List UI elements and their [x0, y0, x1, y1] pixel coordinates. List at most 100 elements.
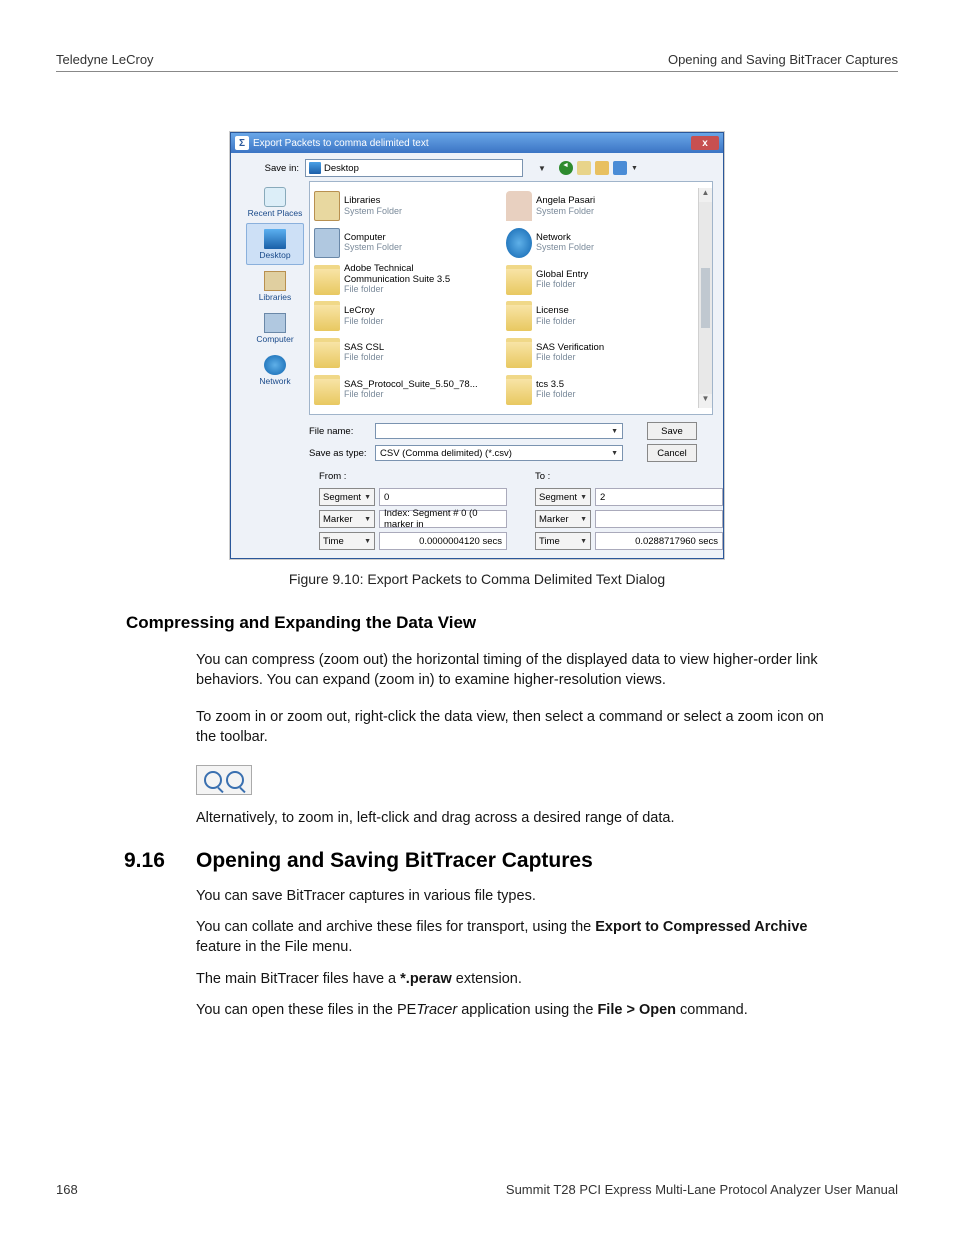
create-new-folder-icon[interactable] [595, 161, 609, 175]
zoom-in-icon [204, 771, 222, 789]
from-time-value[interactable]: 0.0000004120 secs [379, 532, 507, 550]
from-segment-combo[interactable]: Segment▼ [319, 488, 375, 506]
zoom-toolbar-image [196, 765, 252, 795]
up-one-level-icon[interactable] [577, 161, 591, 175]
from-marker-value[interactable]: Index: Segment # 0 (0 marker in [379, 510, 507, 528]
saveas-combo[interactable]: CSV (Comma delimited) (*.csv) ▼ [375, 445, 623, 461]
pi-recent-icon [264, 187, 286, 207]
scroll-up-icon[interactable]: ▲ [699, 188, 712, 202]
filename-label: File name: [309, 426, 375, 437]
place-item-desktop[interactable]: Desktop [246, 223, 304, 265]
file-list[interactable]: LibrariesSystem FolderComputerSystem Fol… [309, 181, 713, 415]
page-header: Teledyne LeCroy Opening and Saving BitTr… [56, 52, 898, 72]
folder-icon [506, 301, 532, 331]
pi-desktop-icon [264, 229, 286, 249]
folder-icon [314, 338, 340, 368]
file-item[interactable]: tcs 3.5File folder [506, 371, 698, 408]
paragraph: To zoom in or zoom out, right-click the … [196, 708, 838, 747]
paragraph: You can compress (zoom out) the horizont… [196, 651, 838, 690]
file-subtitle: File folder [344, 353, 384, 363]
comp-icon [314, 228, 340, 258]
saveas-label: Save as type: [309, 448, 375, 459]
folder-icon [506, 265, 532, 295]
header-right: Opening and Saving BitTracer Captures [668, 52, 898, 67]
file-subtitle: File folder [536, 317, 576, 327]
save-button[interactable]: Save [647, 422, 697, 440]
file-subtitle: File folder [344, 285, 464, 295]
file-item[interactable]: LibrariesSystem Folder [314, 188, 506, 225]
desktop-icon [309, 162, 321, 174]
close-icon: x [702, 138, 708, 149]
scroll-thumb[interactable] [701, 268, 710, 328]
doc-title: Summit T28 PCI Express Multi-Lane Protoc… [506, 1182, 898, 1197]
file-name: Adobe Technical Communication Suite 3.5 [344, 264, 464, 285]
from-marker-combo[interactable]: Marker▼ [319, 510, 375, 528]
place-label: Libraries [259, 292, 292, 302]
file-item[interactable]: LicenseFile folder [506, 298, 698, 335]
to-marker-combo[interactable]: Marker▼ [535, 510, 591, 528]
file-subtitle: File folder [344, 317, 384, 327]
place-item-network[interactable]: Network [246, 349, 304, 391]
header-left: Teledyne LeCroy [56, 52, 154, 67]
net-icon [506, 228, 532, 258]
file-item[interactable]: SAS VerificationFile folder [506, 335, 698, 372]
to-marker-value[interactable] [595, 510, 723, 528]
scroll-down-icon[interactable]: ▼ [699, 394, 712, 408]
page-footer: 168 Summit T28 PCI Express Multi-Lane Pr… [56, 1182, 898, 1197]
file-item[interactable]: NetworkSystem Folder [506, 225, 698, 262]
export-dialog: Σ Export Packets to comma delimited text… [230, 132, 724, 559]
close-button[interactable]: x [691, 136, 719, 150]
file-subtitle: System Folder [344, 207, 402, 217]
place-label: Network [259, 376, 290, 386]
file-subtitle: System Folder [536, 207, 595, 217]
paragraph: The main BitTracer files have a *.peraw … [196, 970, 838, 990]
save-in-value: Desktop [324, 163, 359, 174]
file-item[interactable]: LeCroyFile folder [314, 298, 506, 335]
place-label: Desktop [259, 250, 290, 260]
place-item-recent-places[interactable]: Recent Places [246, 181, 304, 223]
section-number: 9.16 [124, 849, 196, 873]
view-menu-icon[interactable] [613, 161, 627, 175]
place-item-libraries[interactable]: Libraries [246, 265, 304, 307]
place-item-computer[interactable]: Computer [246, 307, 304, 349]
chevron-down-icon[interactable]: ▼ [611, 428, 618, 435]
folder-icon [314, 301, 340, 331]
to-time-value[interactable]: 0.0288717960 secs [595, 532, 723, 550]
file-item[interactable]: Global EntryFile folder [506, 261, 698, 298]
to-time-combo[interactable]: Time▼ [535, 532, 591, 550]
from-segment-value[interactable]: 0 [379, 488, 507, 506]
zoom-out-icon [226, 771, 244, 789]
section-heading: 9.16 Opening and Saving BitTracer Captur… [56, 849, 898, 873]
from-time-combo[interactable]: Time▼ [319, 532, 375, 550]
subheading: Compressing and Expanding the Data View [126, 613, 898, 633]
to-segment-value[interactable]: 2 [595, 488, 723, 506]
file-item[interactable]: ComputerSystem Folder [314, 225, 506, 262]
dialog-title: Export Packets to comma delimited text [253, 138, 429, 149]
file-item[interactable]: Angela PasariSystem Folder [506, 188, 698, 225]
to-segment-combo[interactable]: Segment▼ [535, 488, 591, 506]
save-in-label: Save in: [241, 163, 299, 174]
file-subtitle: System Folder [536, 243, 594, 253]
paragraph: You can open these files in the PETracer… [196, 1001, 838, 1021]
save-in-dropdown-icon[interactable]: ▼ [535, 161, 549, 175]
figure-caption: Figure 9.10: Export Packets to Comma Del… [56, 571, 898, 587]
back-icon[interactable] [559, 161, 573, 175]
to-label: To : [535, 471, 723, 482]
dialog-titlebar[interactable]: Σ Export Packets to comma delimited text… [231, 133, 723, 153]
file-item[interactable]: Adobe Technical Communication Suite 3.5F… [314, 261, 506, 298]
page-number: 168 [56, 1182, 78, 1197]
chevron-down-icon[interactable]: ▼ [611, 450, 618, 457]
scrollbar[interactable]: ▲ ▼ [698, 188, 712, 408]
file-subtitle: File folder [536, 353, 604, 363]
chevron-down-icon[interactable]: ▼ [631, 165, 638, 172]
save-in-combo[interactable]: Desktop [305, 159, 523, 177]
paragraph: You can collate and archive these files … [196, 918, 838, 957]
cancel-button[interactable]: Cancel [647, 444, 697, 462]
folder-icon [314, 375, 340, 405]
filename-input[interactable]: ▼ [375, 423, 623, 439]
file-item[interactable]: SAS_Protocol_Suite_5.50_78...File folder [314, 371, 506, 408]
folder-icon [506, 338, 532, 368]
file-item[interactable]: SAS CSLFile folder [314, 335, 506, 372]
pi-net-icon [264, 355, 286, 375]
place-label: Computer [256, 334, 293, 344]
